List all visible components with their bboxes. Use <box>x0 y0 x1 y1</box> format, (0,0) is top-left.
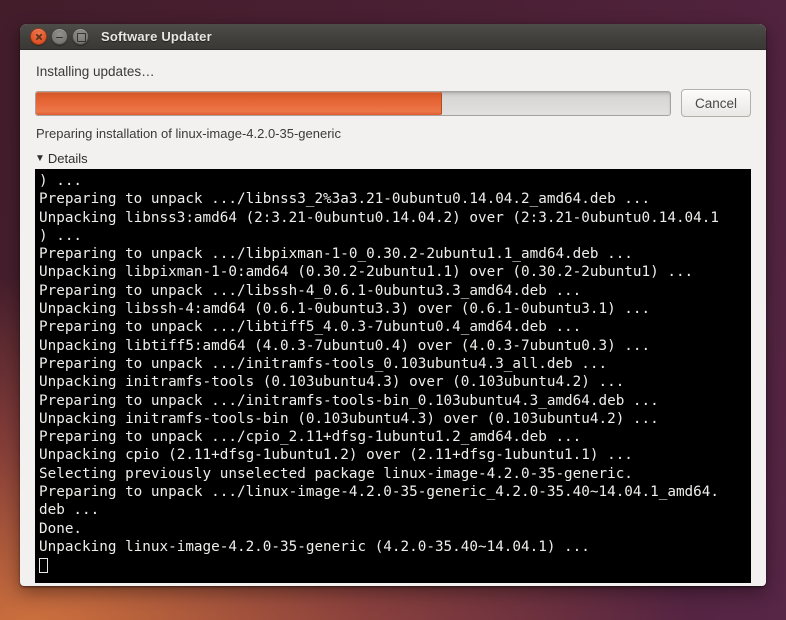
terminal-line: Unpacking initramfs-tools (0.103ubuntu4.… <box>39 374 625 391</box>
dialog-content: Installing updates… Cancel Preparing ins… <box>20 64 766 583</box>
terminal-lines: ) ... Preparing to unpack .../libnss3_2%3… <box>39 172 747 556</box>
maximize-button[interactable] <box>72 28 89 45</box>
terminal-line: Unpacking libnss3:amd64 (2:3.21-0ubuntu0… <box>39 209 719 226</box>
terminal-line: Unpacking initramfs-tools-bin (0.103ubun… <box>39 410 659 427</box>
terminal-output[interactable]: ) ... Preparing to unpack .../libnss3_2%3… <box>35 169 751 583</box>
terminal-line: Preparing to unpack .../libtiff5_4.0.3-7… <box>39 319 582 336</box>
details-expander[interactable]: ▼ Details <box>35 151 88 166</box>
terminal-line: Unpacking libpixman-1-0:amd64 (0.30.2-2u… <box>39 264 694 281</box>
terminal-line: Preparing to unpack .../initramfs-tools_… <box>39 355 608 372</box>
terminal-line: Preparing to unpack .../libnss3_2%3a3.21… <box>39 191 651 208</box>
terminal-line: Unpacking libtiff5:amd64 (4.0.3-7ubuntu0… <box>39 337 651 354</box>
titlebar[interactable]: Software Updater <box>20 24 766 50</box>
terminal-line: Done. <box>39 520 83 537</box>
installing-updates-heading: Installing updates… <box>36 64 155 79</box>
terminal-line: Unpacking libssh-4:amd64 (0.6.1-0ubuntu3… <box>39 301 651 318</box>
expander-arrow-icon: ▼ <box>35 152 45 164</box>
software-updater-window: Software Updater Installing updates… Can… <box>20 24 766 586</box>
window-title: Software Updater <box>101 29 212 44</box>
terminal-line: deb ... <box>39 502 100 519</box>
progress-fill <box>36 91 442 115</box>
terminal-line: Preparing to unpack .../libssh-4_0.6.1-0… <box>39 282 582 299</box>
progress-row: Cancel <box>35 89 751 117</box>
terminal-line: Preparing to unpack .../initramfs-tools-… <box>39 392 659 409</box>
cancel-button[interactable]: Cancel <box>680 89 751 117</box>
terminal-line: Preparing to unpack .../linux-image-4.2.… <box>39 484 719 501</box>
terminal-cursor <box>39 558 48 574</box>
terminal-line: Unpacking cpio (2.11+dfsg-1ubuntu1.2) ov… <box>39 447 633 464</box>
terminal-line: ) ... <box>39 227 83 244</box>
status-text: Preparing installation of linux-image-4.… <box>36 126 341 141</box>
terminal-line: ) ... <box>39 173 83 189</box>
details-label: Details <box>47 151 88 166</box>
minimize-button[interactable] <box>51 28 68 45</box>
terminal-line: Unpacking linux-image-4.2.0-35-generic (… <box>39 538 590 555</box>
terminal-line: Preparing to unpack .../cpio_2.11+dfsg-1… <box>39 429 582 446</box>
terminal-line: Selecting previously unselected package … <box>39 465 633 482</box>
progress-bar <box>35 90 671 116</box>
terminal-line: Preparing to unpack .../libpixman-1-0_0.… <box>39 246 633 263</box>
close-button[interactable] <box>30 28 47 45</box>
